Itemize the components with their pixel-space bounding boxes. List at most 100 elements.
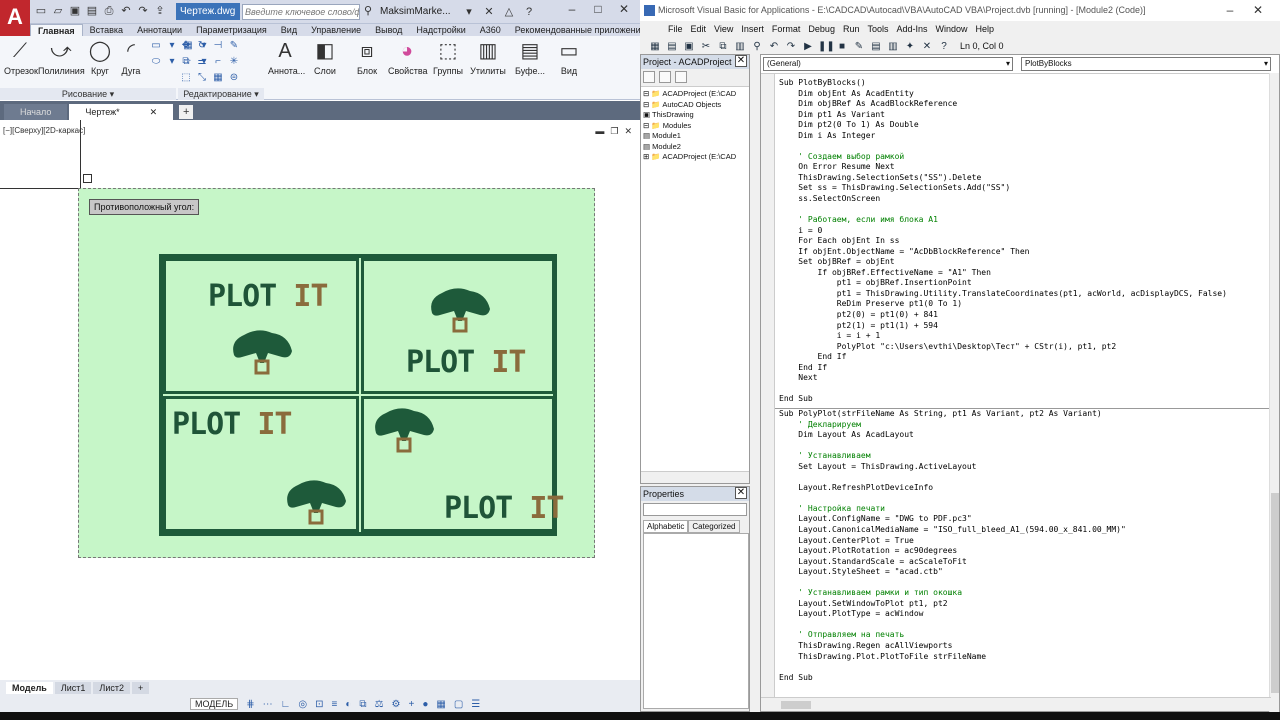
scroll-thumb[interactable] (781, 701, 811, 709)
ribbon-tab[interactable]: Главная (30, 24, 83, 36)
hardware-accel-icon[interactable]: ▦ (436, 699, 445, 710)
close-icon[interactable]: ✕ (612, 2, 636, 16)
scroll-thumb[interactable] (1271, 493, 1279, 693)
polar-icon[interactable]: ◎ (298, 699, 307, 710)
block-cell[interactable]: PLOT IT (163, 258, 359, 394)
tool-utilities[interactable]: ▥ Утилиты (470, 38, 506, 76)
ellipse-icon[interactable]: ⬭ (148, 54, 164, 70)
tool-polyline[interactable]: ⤻ Полилиния (38, 38, 85, 76)
ortho-icon[interactable]: ∟ (281, 699, 291, 710)
tool-clipboard[interactable]: ▤ Буфе... (512, 38, 548, 76)
annotation-scale-icon[interactable]: ⚖ (375, 699, 384, 710)
menu-item[interactable]: Run (839, 21, 864, 38)
object-selector[interactable] (643, 503, 747, 516)
tool-circle[interactable]: ◯ Круг (86, 38, 114, 76)
ribbon-tab[interactable]: Вставка (83, 24, 130, 36)
copy-icon[interactable]: ⧉ (716, 41, 730, 52)
search-input[interactable]: Введите ключевое слово/фразу (242, 4, 360, 20)
user-signin[interactable]: MaksimMarke... (380, 5, 460, 19)
tree-node[interactable]: ⊟ 📁 Modules (643, 121, 747, 132)
ribbon-tab[interactable]: Вид (274, 24, 304, 36)
binoculars-icon[interactable]: ⚲ (364, 5, 376, 17)
code-horizontal-scrollbar[interactable] (761, 697, 1271, 711)
menu-item[interactable]: Edit (687, 21, 711, 38)
block-cell[interactable]: PLOT IT (361, 396, 564, 532)
minimize-icon[interactable]: – (560, 2, 584, 16)
viewport-controls[interactable]: [−][Сверху][2D-каркас] (3, 126, 85, 135)
menu-item[interactable]: View (710, 21, 737, 38)
scale-icon[interactable]: ⤡ (194, 70, 210, 86)
toggle-folders-icon[interactable] (675, 71, 687, 83)
close-icon[interactable]: ✕ (735, 55, 747, 67)
procedure-dropdown[interactable]: PlotByBlocks ▾ (1021, 57, 1271, 71)
tab-sheet1[interactable]: Лист1 (54, 682, 92, 694)
tool-block[interactable]: ⧈ Блок (350, 38, 384, 76)
offset-icon[interactable]: ⊜ (226, 70, 242, 86)
ribbon-tab[interactable]: Аннотации (130, 24, 189, 36)
design-mode-icon[interactable]: ✎ (852, 41, 866, 52)
code-vertical-scrollbar[interactable] (1269, 73, 1279, 712)
object-dropdown[interactable]: (General) ▾ (763, 57, 1013, 71)
exchange-icon[interactable]: ✕ (482, 4, 496, 20)
tab-start[interactable]: Начало (4, 104, 68, 120)
cut-icon[interactable]: ✂ (699, 41, 713, 52)
grid-icon[interactable]: ⋕ (246, 699, 254, 710)
close-icon[interactable]: ✕ (1244, 0, 1272, 21)
ribbon-tab[interactable]: A360 (473, 24, 508, 36)
menu-item[interactable]: Debug (804, 21, 839, 38)
open-icon[interactable]: ▱ (51, 4, 65, 18)
menu-item[interactable]: Help (972, 21, 999, 38)
redo-icon[interactable]: ↷ (784, 41, 798, 52)
undo-icon[interactable]: ↶ (767, 41, 781, 52)
add-layout-icon[interactable]: + (131, 682, 150, 694)
tree-node[interactable]: ▣ ThisDrawing (643, 110, 747, 121)
isolate-icon[interactable]: ● (422, 699, 428, 710)
tree-node[interactable]: ▤ Module2 (643, 142, 747, 153)
ribbon-tab[interactable]: Рекомендованные приложения (508, 24, 640, 36)
tool-annotate[interactable]: A Аннота... (268, 38, 305, 76)
vp-restore-icon[interactable]: ❐ (610, 126, 618, 137)
save-icon[interactable]: ▣ (68, 4, 82, 18)
vp-close-icon[interactable]: ✕ (624, 126, 632, 137)
view-object-icon[interactable] (659, 71, 671, 83)
help-icon[interactable]: ? (522, 4, 536, 20)
undo-icon[interactable]: ↶ (119, 4, 133, 18)
model-space-toggle[interactable]: МОДЕЛЬ (190, 698, 239, 710)
share-icon[interactable]: ⇪ (153, 4, 167, 18)
minimize-icon[interactable]: – (1216, 0, 1244, 21)
tool-arc[interactable]: ◜ Дуга (116, 38, 146, 76)
tab-drawing[interactable]: Чертеж* ✕ (69, 104, 174, 120)
explode-icon[interactable]: ✳ (226, 54, 242, 70)
menu-item[interactable]: Window (932, 21, 972, 38)
panel-edit-label[interactable]: Редактирование ▾ (178, 88, 264, 100)
block-cell[interactable]: PLOT IT (361, 258, 555, 394)
workspace-gear-icon[interactable]: ⚙ (392, 699, 401, 710)
fillet-icon[interactable]: ⌐ (210, 54, 226, 70)
tab-sheet2[interactable]: Лист2 (93, 682, 130, 694)
array-icon[interactable]: ▦ (210, 70, 226, 86)
properties-window-icon[interactable]: ▥ (886, 41, 900, 52)
tree-node[interactable]: ▤ Module1 (643, 131, 747, 142)
vp-minimize-icon[interactable]: ▬ (595, 126, 604, 137)
close-icon[interactable]: ✕ (735, 487, 747, 499)
redo-icon[interactable]: ↷ (136, 4, 150, 18)
help-icon[interactable]: ? (937, 41, 951, 52)
mirror-icon[interactable]: ⚌ (194, 54, 210, 70)
ribbon-tab[interactable]: Вывод (368, 24, 409, 36)
selection-cycle-icon[interactable]: ⧉ (359, 699, 366, 710)
stop-icon[interactable]: ■ (835, 41, 849, 52)
autocad-logo[interactable]: A (0, 0, 30, 36)
copy-icon[interactable]: ⧉ (178, 54, 194, 70)
move-icon[interactable]: ✥ (178, 38, 194, 54)
new-icon[interactable]: ▭ (34, 4, 48, 18)
menu-item[interactable]: File (664, 21, 687, 38)
erase-icon[interactable]: ✎ (226, 38, 242, 54)
tool-groups[interactable]: ⬚ Группы (430, 38, 466, 76)
ribbon-tab[interactable]: Параметризация (189, 24, 274, 36)
project-explorer-icon[interactable]: ▤ (869, 41, 883, 52)
project-scrollbar[interactable] (641, 471, 749, 483)
stretch-icon[interactable]: ⬚ (178, 70, 194, 86)
clean-screen-icon[interactable]: ▢ (454, 699, 463, 710)
tree-node[interactable]: ⊞ 📁 ACADProject (E:\CAD (643, 152, 747, 163)
menu-item[interactable]: Format (768, 21, 805, 38)
